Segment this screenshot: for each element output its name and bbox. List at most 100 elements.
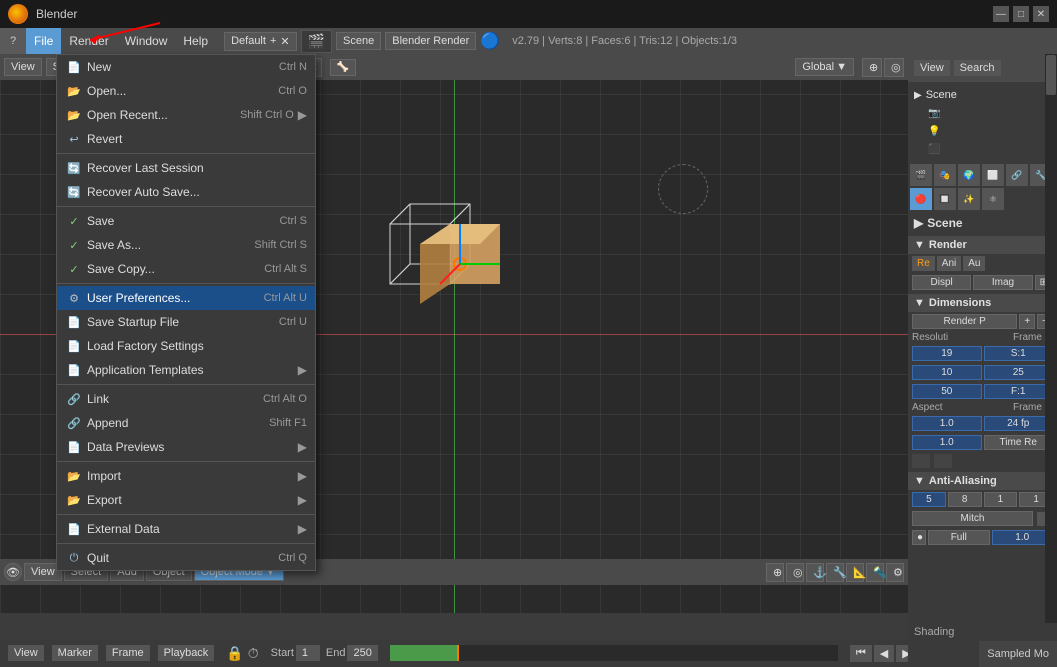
snap-btn[interactable]: ⊕ — [862, 58, 882, 77]
playback-btn[interactable]: Playback — [158, 645, 215, 661]
add-preset[interactable]: + — [1019, 314, 1035, 329]
help-menu-trigger[interactable]: Help — [175, 28, 216, 54]
window-menu-trigger[interactable]: Window — [117, 28, 176, 54]
dimensions-section-header[interactable]: ▼ Dimensions — [908, 294, 1057, 312]
menu-item-quit[interactable]: ⏻ Quit Ctrl Q — [57, 546, 315, 570]
tab-particle[interactable]: ✨ — [958, 188, 980, 210]
aa-val2[interactable]: 1.0 — [992, 530, 1054, 545]
tab-object[interactable]: ⬜ — [982, 164, 1004, 186]
tree-lamp[interactable]: 💡 — [912, 122, 1053, 140]
minimize-button[interactable]: — — [993, 6, 1009, 22]
render-tab-ani[interactable]: Ani — [937, 256, 961, 271]
tb3[interactable]: ⚓ — [806, 563, 824, 582]
menu-item-append[interactable]: 🔗 Append Shift F1 — [57, 411, 315, 435]
displ-btn[interactable]: Displ — [912, 275, 971, 290]
close-button[interactable]: ✕ — [1033, 6, 1049, 22]
menu-item-import[interactable]: 📂 Import ▶ — [57, 464, 315, 488]
toggle-2[interactable] — [934, 454, 952, 468]
proportional-btn[interactable]: ◎ — [884, 58, 904, 77]
view-button[interactable]: View — [914, 60, 950, 76]
res-50[interactable]: 50 — [912, 384, 982, 399]
view-btn-timeline[interactable]: View — [8, 645, 44, 661]
tab-world[interactable]: 🌍 — [958, 164, 980, 186]
marker-btn[interactable]: Marker — [52, 645, 98, 661]
menu-item-revert[interactable]: ↩ Revert — [57, 127, 315, 151]
menu-item-external-data[interactable]: 📄 External Data ▶ — [57, 517, 315, 541]
scale-25[interactable]: 25 — [984, 365, 1054, 380]
aa-val-8[interactable]: 8 — [948, 492, 982, 507]
time-re[interactable]: Time Re — [984, 435, 1054, 450]
menu-item-load-factory[interactable]: 📄 Load Factory Settings — [57, 334, 315, 358]
tb7[interactable]: ⚙ — [886, 563, 904, 582]
menu-item-open[interactable]: 📂 Open... Ctrl O — [57, 79, 315, 103]
file-menu-trigger[interactable]: File — [26, 28, 61, 54]
aa-val-1a[interactable]: 1 — [984, 492, 1018, 507]
render-tab-re[interactable]: Re — [912, 256, 935, 271]
tb4[interactable]: 🔧 — [826, 563, 844, 582]
start-frame[interactable]: 1 — [296, 645, 320, 661]
render-section-header[interactable]: ▼ Render — [908, 236, 1057, 254]
menu-item-app-templates[interactable]: 📄 Application Templates ▶ — [57, 358, 315, 382]
tab-texture[interactable]: 🔲 — [934, 188, 956, 210]
fps-val[interactable]: 24 fp — [984, 416, 1054, 431]
view-btn[interactable]: 👁 — [4, 563, 22, 581]
menu-item-user-prefs[interactable]: ⚙ User Preferences... Ctrl Alt U — [57, 286, 315, 310]
full-label[interactable]: Full — [928, 530, 990, 545]
menu-item-save-startup[interactable]: 📄 Save Startup File Ctrl U — [57, 310, 315, 334]
res-x[interactable]: 19 — [912, 346, 982, 361]
info-button[interactable]: ? — [0, 28, 26, 54]
toggle-1[interactable] — [912, 454, 930, 468]
scale-f1[interactable]: F:1 — [984, 384, 1054, 399]
tb1[interactable]: ⊕ — [766, 563, 784, 582]
aspect-y[interactable]: 1.0 — [912, 435, 982, 450]
view-transform-btn[interactable]: 🦴 — [330, 59, 356, 76]
tree-cube[interactable]: ⬛ — [912, 140, 1053, 158]
tree-camera[interactable]: 📷 — [912, 104, 1053, 122]
tab-render[interactable]: 🎬 — [910, 164, 932, 186]
tab-scene[interactable]: 🎭 — [934, 164, 956, 186]
menu-item-new[interactable]: 📄 New Ctrl N — [57, 55, 315, 79]
aspect-x[interactable]: 1.0 — [912, 416, 982, 431]
menu-item-recover-last[interactable]: 🔄 Recover Last Session — [57, 156, 315, 180]
end-frame[interactable]: 250 — [347, 645, 377, 661]
menu-item-export[interactable]: 📂 Export ▶ — [57, 488, 315, 512]
scene-selector[interactable]: Scene — [336, 32, 381, 50]
jump-start-btn[interactable]: ⏮ — [850, 645, 872, 662]
tab-constraint[interactable]: 🔗 — [1006, 164, 1028, 186]
tb2[interactable]: ◎ — [786, 563, 804, 582]
tab-material[interactable]: 🔴 — [910, 188, 932, 210]
aa-val-5[interactable]: 5 — [912, 492, 946, 507]
step-back-btn[interactable]: ◀ — [874, 645, 894, 662]
tree-scene[interactable]: ▶ Scene — [912, 86, 1053, 104]
res-x2[interactable]: 10 — [912, 365, 982, 380]
tab-physics[interactable]: ⚛ — [982, 188, 1004, 210]
menu-item-save-as[interactable]: ✓ Save As... Shift Ctrl S — [57, 233, 315, 257]
search-button[interactable]: Search — [954, 60, 1001, 76]
menu-item-open-recent[interactable]: 📂 Open Recent... Shift Ctrl O ▶ — [57, 103, 315, 127]
menu-item-link[interactable]: 🔗 Link Ctrl Alt O — [57, 387, 315, 411]
render-menu-trigger[interactable]: Render — [61, 28, 116, 54]
render-preset[interactable]: Render P — [912, 314, 1017, 329]
imag-btn[interactable]: Imag — [973, 275, 1032, 290]
aa-mitch[interactable]: Mitch — [912, 511, 1033, 526]
render-tab-au[interactable]: Au — [963, 256, 985, 271]
engine-selector[interactable]: Blender Render — [385, 32, 476, 50]
maximize-button[interactable]: □ — [1013, 6, 1029, 22]
outliner-scrollbar[interactable] — [1045, 54, 1057, 667]
menu-item-recover-auto[interactable]: 🔄 Recover Auto Save... — [57, 180, 315, 204]
screen-selector[interactable]: Default + ✕ — [224, 32, 297, 51]
frame-btn[interactable]: Frame — [106, 645, 150, 661]
menu-item-data-previews[interactable]: 📄 Data Previews ▶ — [57, 435, 315, 459]
viewport-view-btn[interactable]: View — [4, 58, 42, 76]
end-label: End — [326, 647, 346, 659]
scale-s1[interactable]: S:1 — [984, 346, 1054, 361]
global-selector[interactable]: Global▼ — [795, 58, 854, 76]
menu-item-save-copy[interactable]: ✓ Save Copy... Ctrl Alt S — [57, 257, 315, 281]
menu-item-save[interactable]: ✓ Save Ctrl S — [57, 209, 315, 233]
outliner-scroll-thumb[interactable] — [1046, 55, 1056, 95]
tb5[interactable]: 📐 — [846, 563, 864, 582]
full-radio[interactable]: ● — [912, 530, 926, 545]
timeline-bar[interactable] — [390, 645, 838, 661]
tb6[interactable]: 🔦 — [866, 563, 884, 582]
aa-section-header[interactable]: ▼ Anti-Aliasing — [908, 472, 1057, 490]
